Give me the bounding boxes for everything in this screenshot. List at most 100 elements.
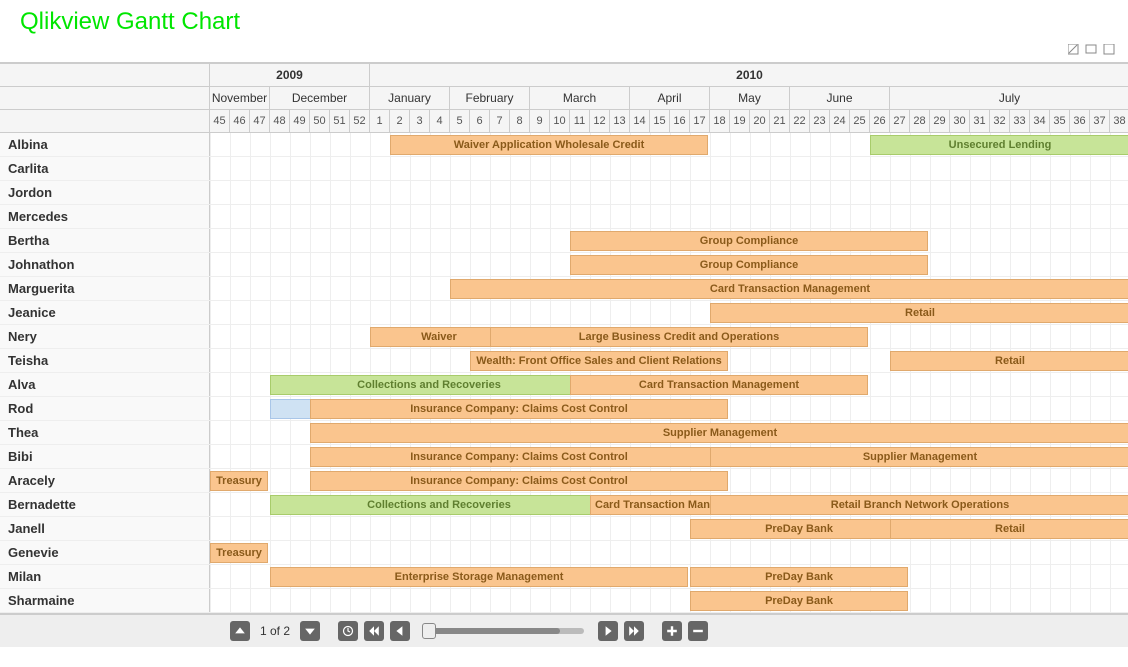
gantt-bar[interactable]: PreDay Bank	[690, 567, 908, 587]
zoom-out-button[interactable]	[688, 621, 708, 641]
row-label[interactable]: Sharmaine	[0, 589, 210, 612]
row-label[interactable]: Albina	[0, 133, 210, 156]
gantt-bar[interactable]: Insurance Company: Claims Cost Control	[310, 447, 728, 467]
gantt-row: Mercedes	[0, 205, 1128, 229]
month-header: November	[210, 87, 270, 109]
row-label[interactable]: Jordon	[0, 181, 210, 204]
gantt-row: Jeanice Retail	[0, 301, 1128, 325]
gantt-bar[interactable]: Treasury	[210, 543, 268, 563]
gantt-bar[interactable]: Card Transaction Management	[570, 375, 868, 395]
month-header: July	[890, 87, 1128, 109]
gantt-row: Rod Insurance Company: Claims Cost Contro…	[0, 397, 1128, 421]
row-label[interactable]: Alva	[0, 373, 210, 396]
week-header: 3	[410, 110, 430, 132]
gantt-row: Thea Supplier Management	[0, 421, 1128, 445]
gantt-bar[interactable]: Insurance Company: Claims Cost Control	[310, 471, 728, 491]
gantt-bar[interactable]: Card Transaction Management	[450, 279, 1128, 299]
expand-icon[interactable]	[1068, 44, 1118, 58]
gantt-bar[interactable]: Card Transaction Management	[590, 495, 728, 515]
gantt-row: GenevieTreasury	[0, 541, 1128, 565]
gantt-row: Bertha Group Compliance	[0, 229, 1128, 253]
row-label[interactable]: Janell	[0, 517, 210, 540]
page-down-button[interactable]	[300, 621, 320, 641]
week-header: 14	[630, 110, 650, 132]
time-slider[interactable]	[424, 628, 584, 634]
gantt-row: Bibi Insurance Company: Claims Cost Contr…	[0, 445, 1128, 469]
gantt-row: AracelyTreasury Insurance Company: Claims…	[0, 469, 1128, 493]
row-label[interactable]: Teisha	[0, 349, 210, 372]
week-header: 1	[370, 110, 390, 132]
week-header: 8	[510, 110, 530, 132]
row-label[interactable]: Nery	[0, 325, 210, 348]
gantt-bar[interactable]: Treasury	[210, 471, 268, 491]
week-header: 51	[330, 110, 350, 132]
gantt-row: Jordon	[0, 181, 1128, 205]
reset-time-button[interactable]	[338, 621, 358, 641]
week-header: 52	[350, 110, 370, 132]
row-label[interactable]: Rod	[0, 397, 210, 420]
week-header: 13	[610, 110, 630, 132]
scroll-fast-left-button[interactable]	[364, 621, 384, 641]
week-header: 4	[430, 110, 450, 132]
gantt-chart: 20092010NovemberDecemberJanuaryFebruaryM…	[0, 62, 1128, 613]
zoom-in-button[interactable]	[662, 621, 682, 641]
gantt-row: Johnathon Group Compliance	[0, 253, 1128, 277]
row-label[interactable]: Genevie	[0, 541, 210, 564]
row-label[interactable]: Bibi	[0, 445, 210, 468]
week-header: 35	[1050, 110, 1070, 132]
week-header: 49	[290, 110, 310, 132]
gantt-bar[interactable]: Retail	[710, 303, 1128, 323]
week-header: 34	[1030, 110, 1050, 132]
slider-thumb[interactable]	[422, 623, 436, 639]
month-header: June	[790, 87, 890, 109]
week-header: 15	[650, 110, 670, 132]
week-header: 36	[1070, 110, 1090, 132]
gantt-bar[interactable]: Supplier Management	[310, 423, 1128, 443]
gantt-bar[interactable]: Unsecured Lending	[870, 135, 1128, 155]
gantt-bar[interactable]: Enterprise Storage Management	[270, 567, 688, 587]
gantt-bar[interactable]: Retail	[890, 519, 1128, 539]
row-label[interactable]: Marguerita	[0, 277, 210, 300]
gantt-bar[interactable]: Group Compliance	[570, 231, 928, 251]
gantt-bar[interactable]: Retail	[890, 351, 1128, 371]
row-label[interactable]: Aracely	[0, 469, 210, 492]
week-header: 22	[790, 110, 810, 132]
gantt-bar[interactable]: Waiver Application Wholesale Credit	[390, 135, 708, 155]
gantt-bar[interactable]: Collections and Recoveries	[270, 495, 608, 515]
month-header: March	[530, 87, 630, 109]
row-label[interactable]: Carlita	[0, 157, 210, 180]
scroll-fast-right-button[interactable]	[624, 621, 644, 641]
year-header: 2009	[210, 64, 370, 86]
gantt-row: Carlita	[0, 157, 1128, 181]
gantt-bar[interactable]: Retail Branch Network Operations	[710, 495, 1128, 515]
week-header: 23	[810, 110, 830, 132]
week-header: 9	[530, 110, 550, 132]
week-header: 24	[830, 110, 850, 132]
row-label[interactable]: Mercedes	[0, 205, 210, 228]
month-header: April	[630, 87, 710, 109]
week-header: 37	[1090, 110, 1110, 132]
week-header: 48	[270, 110, 290, 132]
row-label[interactable]: Jeanice	[0, 301, 210, 324]
scroll-left-button[interactable]	[390, 621, 410, 641]
row-label[interactable]: Johnathon	[0, 253, 210, 276]
month-header: February	[450, 87, 530, 109]
page-up-button[interactable]	[230, 621, 250, 641]
week-header: 27	[890, 110, 910, 132]
week-header: 12	[590, 110, 610, 132]
gantt-bar[interactable]: Collections and Recoveries	[270, 375, 588, 395]
row-label[interactable]: Milan	[0, 565, 210, 588]
gantt-bar[interactable]: PreDay Bank	[690, 519, 908, 539]
gantt-bar[interactable]: Group Compliance	[570, 255, 928, 275]
row-label[interactable]: Bernadette	[0, 493, 210, 516]
scroll-right-button[interactable]	[598, 621, 618, 641]
row-label[interactable]: Thea	[0, 421, 210, 444]
gantt-bar[interactable]: Insurance Company: Claims Cost Control	[310, 399, 728, 419]
gantt-bar[interactable]: PreDay Bank	[690, 591, 908, 611]
week-header: 6	[470, 110, 490, 132]
gantt-bar[interactable]: Supplier Management	[710, 447, 1128, 467]
gantt-bar[interactable]: Waiver	[370, 327, 508, 347]
row-label[interactable]: Bertha	[0, 229, 210, 252]
gantt-bar[interactable]: Wealth: Front Office Sales and Client Re…	[470, 351, 728, 371]
gantt-bar[interactable]: Large Business Credit and Operations	[490, 327, 868, 347]
